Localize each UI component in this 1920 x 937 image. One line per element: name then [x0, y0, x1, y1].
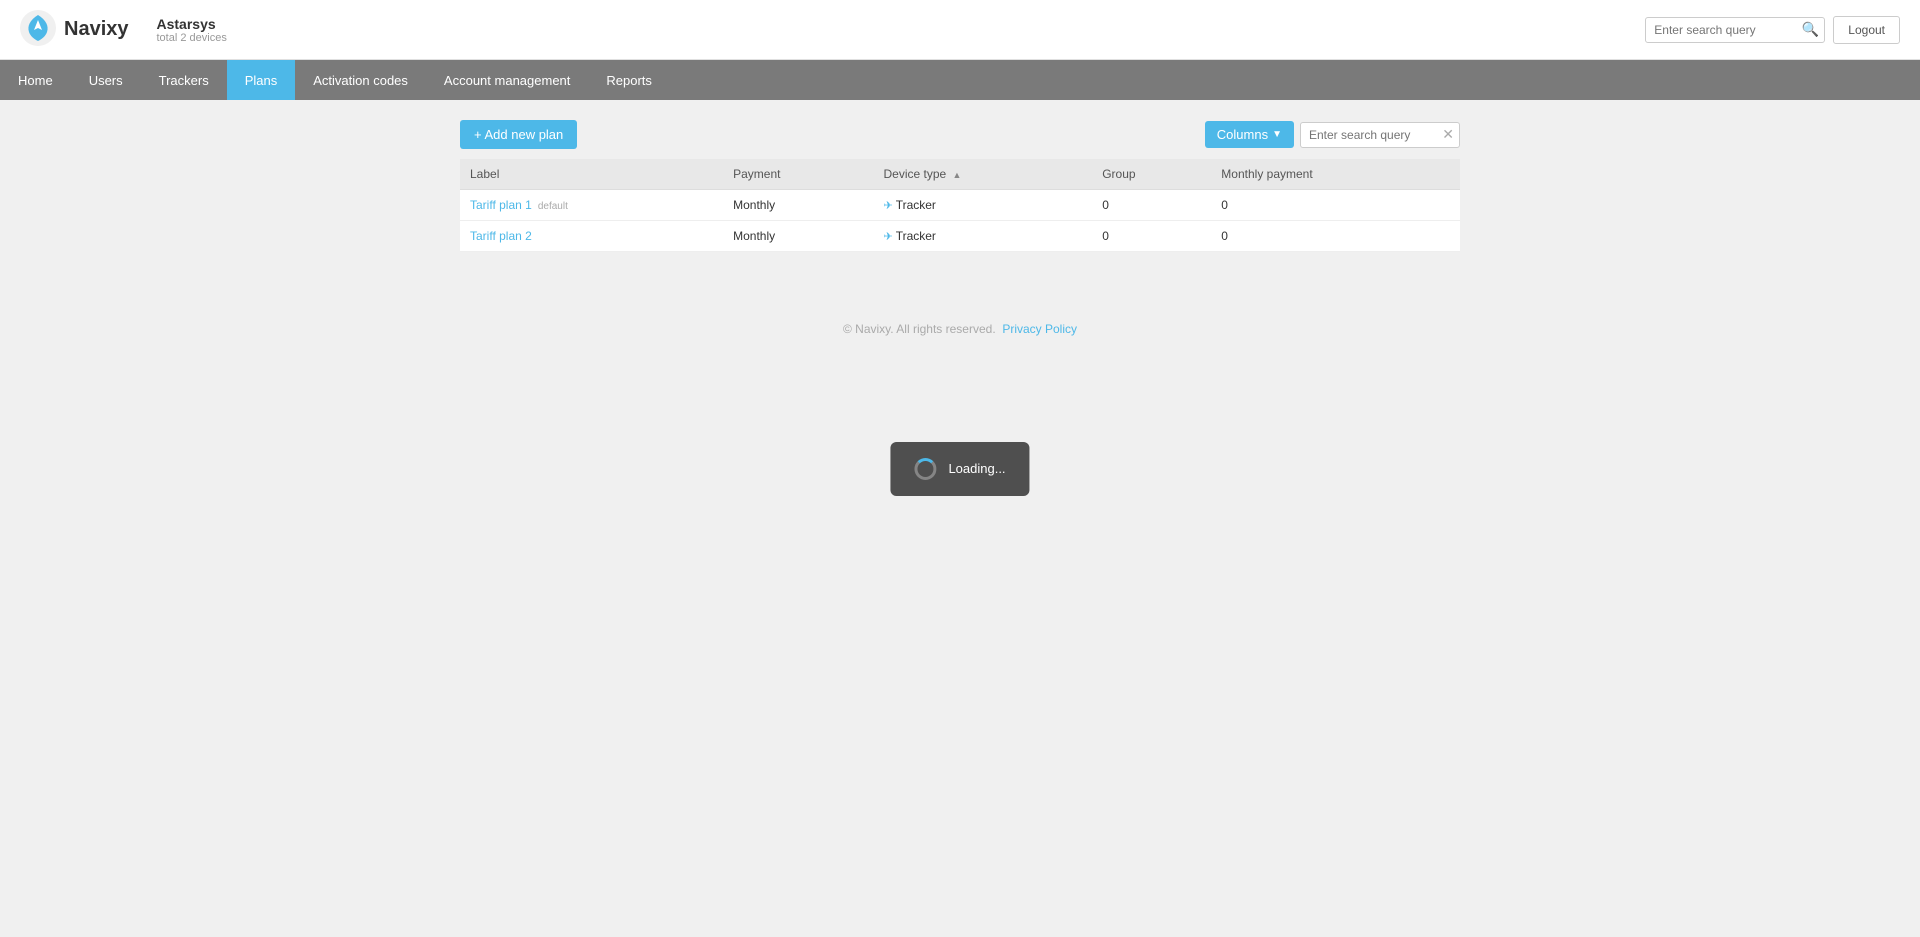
- add-new-plan-button[interactable]: + Add new plan: [460, 120, 577, 149]
- cell-label: Tariff plan 2: [460, 221, 723, 252]
- top-search-wrapper: 🔍: [1645, 17, 1825, 43]
- top-search-input[interactable]: [1645, 17, 1825, 43]
- footer: © Navixy. All rights reserved. Privacy P…: [0, 302, 1920, 356]
- plans-table-body: Tariff plan 1defaultMonthly✈Tracker00Tar…: [460, 190, 1460, 252]
- navixy-logo: [20, 10, 56, 49]
- table-search-wrapper: ✕: [1300, 122, 1460, 148]
- col-header-device-type[interactable]: Device type ▲: [873, 159, 1092, 190]
- brand: Navixy Astarsys total 2 devices: [20, 10, 227, 49]
- account-name: Astarsys: [157, 16, 227, 32]
- clear-search-icon[interactable]: ✕: [1442, 126, 1454, 143]
- nav-item-activation-codes[interactable]: Activation codes: [295, 60, 426, 100]
- brand-name: Navixy: [64, 18, 129, 41]
- top-bar: Navixy Astarsys total 2 devices 🔍 Logout: [0, 0, 1920, 60]
- col-header-monthly-payment: Monthly payment: [1211, 159, 1460, 190]
- cell-monthly-payment: 0: [1211, 190, 1460, 221]
- cell-group: 0: [1092, 190, 1211, 221]
- cell-payment: Monthly: [723, 221, 873, 252]
- tracker-icon: ✈: [883, 231, 892, 243]
- cell-monthly-payment: 0: [1211, 221, 1460, 252]
- account-info: Astarsys total 2 devices: [157, 16, 227, 44]
- columns-label: Columns: [1217, 127, 1268, 142]
- table-header-row: Label Payment Device type ▲ Group Monthl…: [460, 159, 1460, 190]
- table-search-input[interactable]: [1300, 122, 1460, 148]
- loading-text: Loading...: [948, 461, 1005, 476]
- table-row: Tariff plan 1defaultMonthly✈Tracker00: [460, 190, 1460, 221]
- cell-payment: Monthly: [723, 190, 873, 221]
- logout-button[interactable]: Logout: [1833, 16, 1900, 44]
- cell-label: Tariff plan 1 default: [460, 190, 723, 221]
- nav-item-home[interactable]: Home: [0, 60, 71, 100]
- main-content: + Add new plan Columns ▼ ✕ Label Payment…: [440, 100, 1480, 272]
- sort-icon: ▲: [953, 170, 962, 180]
- cell-device-type: ✈Tracker: [873, 221, 1092, 252]
- plan-link[interactable]: Tariff plan 2: [470, 229, 532, 243]
- loading-overlay: Loading...: [890, 442, 1029, 496]
- nav-item-trackers[interactable]: Trackers: [141, 60, 227, 100]
- account-devices: total 2 devices: [157, 32, 227, 44]
- nav-item-account-management[interactable]: Account management: [426, 60, 588, 100]
- cell-group: 0: [1092, 221, 1211, 252]
- col-header-group: Group: [1092, 159, 1211, 190]
- loading-spinner: [914, 458, 936, 480]
- plan-link[interactable]: Tariff plan 1: [470, 198, 532, 212]
- tracker-icon: ✈: [883, 200, 892, 212]
- col-header-payment: Payment: [723, 159, 873, 190]
- cell-device-type: ✈Tracker: [873, 190, 1092, 221]
- col-header-label: Label: [460, 159, 723, 190]
- nav-item-reports[interactable]: Reports: [588, 60, 670, 100]
- toolbar: + Add new plan Columns ▼ ✕: [460, 120, 1460, 149]
- columns-button[interactable]: Columns ▼: [1205, 121, 1294, 148]
- main-navigation: Home Users Trackers Plans Activation cod…: [0, 60, 1920, 100]
- footer-text: © Navixy. All rights reserved.: [843, 322, 996, 336]
- right-toolbar: Columns ▼ ✕: [1205, 121, 1460, 148]
- top-right: 🔍 Logout: [1645, 16, 1900, 44]
- plans-table: Label Payment Device type ▲ Group Monthl…: [460, 159, 1460, 252]
- chevron-down-icon: ▼: [1272, 129, 1282, 140]
- nav-item-plans[interactable]: Plans: [227, 60, 296, 100]
- default-badge: default: [538, 201, 568, 212]
- table-row: Tariff plan 2Monthly✈Tracker00: [460, 221, 1460, 252]
- nav-item-users[interactable]: Users: [71, 60, 141, 100]
- privacy-policy-link[interactable]: Privacy Policy: [1002, 322, 1077, 336]
